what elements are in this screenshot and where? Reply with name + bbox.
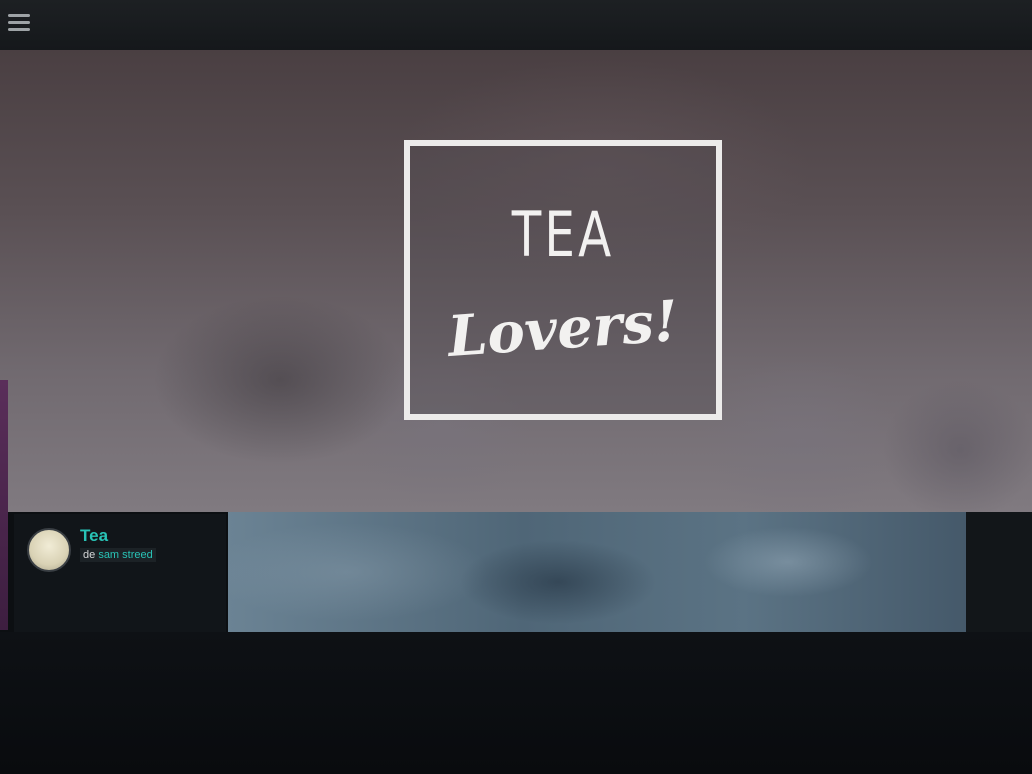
logo: TEA Lovers! — [404, 140, 722, 420]
author-link[interactable]: sam streed — [98, 549, 152, 561]
byline: de sam streed — [80, 548, 156, 562]
menu-line — [8, 21, 30, 24]
menu-line — [8, 28, 30, 31]
post-info-card: Tea de sam streed — [14, 514, 226, 632]
logo-subtitle: Lovers! — [445, 288, 681, 370]
hamburger-menu-icon[interactable] — [6, 10, 32, 36]
byline-prefix: de — [83, 549, 96, 561]
preview-image[interactable] — [228, 512, 966, 632]
menu-line — [8, 14, 30, 17]
logo-title: TEA — [511, 198, 615, 271]
right-panel — [966, 512, 1032, 632]
post-title[interactable]: Tea — [80, 526, 108, 546]
hero-banner: TEA Lovers! — [0, 50, 1032, 512]
side-edge-tab — [0, 380, 8, 630]
bottom-area — [0, 632, 1032, 774]
avatar[interactable] — [27, 528, 71, 572]
screen: TEA Lovers! Tea de sam streed — [0, 0, 1032, 774]
top-bar — [0, 0, 1032, 50]
